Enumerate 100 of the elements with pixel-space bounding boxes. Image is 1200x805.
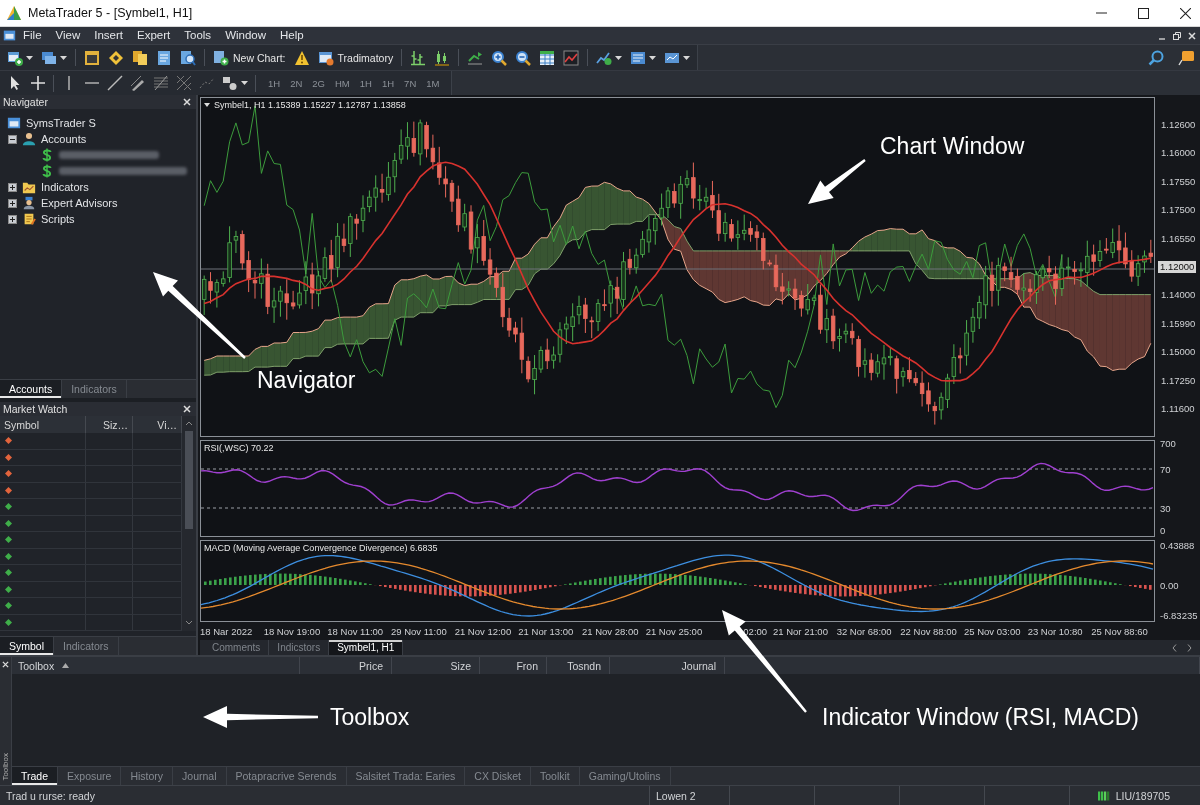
menu-item[interactable]: View [48, 27, 88, 44]
price-label: 1.17250 [1160, 374, 1197, 387]
rising-arrow-icon[interactable] [467, 49, 484, 66]
maximize-icon[interactable] [1138, 7, 1149, 19]
time-label: 25 Nov 88:60 [1091, 625, 1148, 637]
caret-icon[interactable] [241, 81, 248, 85]
window-icon[interactable] [3, 29, 16, 42]
connection-status: LIU/189705 [1115, 789, 1170, 802]
column-header[interactable]: Symbol [0, 416, 86, 433]
time-label: 21 Nov 12:00 [454, 625, 512, 637]
copy-icon[interactable] [132, 49, 148, 66]
new-chart-button[interactable]: New Chart: [213, 49, 286, 66]
dollar-icon [40, 164, 54, 178]
panel-tab[interactable]: Indicators [62, 380, 127, 398]
price-label: 1.11600 [1160, 402, 1196, 415]
navigator-item[interactable]: Accounts [41, 133, 87, 145]
menu-item[interactable]: Expert [130, 27, 178, 44]
panel-tab[interactable]: Accounts [0, 380, 63, 398]
price-label: 1.17500 [1160, 204, 1197, 217]
minus-box-icon[interactable] [8, 134, 17, 144]
app-logo-icon [6, 5, 22, 21]
restore-icon[interactable] [1173, 31, 1181, 40]
crosshair-icon[interactable] [30, 75, 46, 91]
caret-icon[interactable] [649, 55, 657, 60]
document-icon[interactable] [156, 49, 172, 66]
fibonacci-lines-icon[interactable] [153, 75, 169, 91]
timeframe-button[interactable]: HM [330, 77, 355, 89]
trend-line-icon[interactable] [107, 75, 123, 91]
toolbox-side-label: Toolbox [1, 753, 10, 781]
navigator-item[interactable]: Scripts [41, 213, 75, 225]
caret-icon[interactable] [26, 55, 33, 60]
column-header[interactable]: Price [300, 657, 392, 674]
chart-window-icon [317, 49, 334, 66]
column-header[interactable]: Journal [610, 657, 725, 674]
timeframe-button[interactable]: 1H [263, 77, 286, 89]
time-label: 18 Nar 2022 [200, 625, 253, 637]
document-search-icon[interactable] [180, 49, 196, 66]
chevron-right-icon[interactable] [1187, 643, 1192, 652]
window-title: MetaTrader 5 - [Symbel1, H1] [28, 6, 193, 20]
caret-icon[interactable] [60, 55, 67, 60]
toolbox-tab[interactable]: Trade [12, 767, 59, 785]
bar-chart-icon[interactable] [410, 49, 427, 66]
panel-title: Navigater [3, 96, 48, 108]
chevron-left-icon[interactable] [1172, 643, 1177, 652]
warning-icon[interactable] [293, 49, 310, 66]
caret-icon[interactable] [615, 55, 623, 60]
line-chart-icon[interactable] [563, 49, 580, 66]
timeframe-button[interactable]: 1H [354, 77, 377, 89]
profile-button[interactable]: Tradimatory [317, 49, 394, 66]
menu-item[interactable]: File [16, 27, 49, 44]
signal-bars-icon [1096, 789, 1111, 802]
column-header[interactable]: Fron [480, 657, 547, 674]
stacked-windows-icon[interactable] [41, 49, 57, 66]
framed-window-icon[interactable] [84, 49, 100, 66]
document-plus-icon [213, 49, 229, 66]
search-icon[interactable] [1148, 49, 1164, 66]
navigator-item[interactable]: Indicators [41, 181, 89, 193]
menu-item[interactable]: Help [273, 27, 311, 44]
list-window-icon[interactable] [630, 49, 647, 66]
chat-icon[interactable] [1178, 49, 1194, 66]
zoom-in-icon[interactable] [491, 49, 508, 66]
timeframe-button[interactable]: 1H [376, 77, 400, 89]
price-label: 1.17550 [1160, 175, 1197, 188]
plus-box-icon[interactable] [8, 214, 17, 224]
indicator-label: RSI(,WSC) 70.22 [204, 443, 274, 453]
navigator-item[interactable]: Expert Advisors [41, 197, 118, 209]
price-label: 1.16550 [1160, 232, 1197, 245]
menu-item[interactable]: Insert [87, 27, 130, 44]
price-label: 1.16000 [1160, 147, 1197, 160]
timeframe-button[interactable]: 7N [399, 77, 422, 89]
menu-item[interactable]: Window [218, 27, 274, 44]
time-label: 32 Nor 68:00 [836, 625, 892, 637]
time-label: 23 Nor 10:80 [1027, 625, 1083, 637]
annotation-label: Toolbox [330, 704, 410, 730]
timeframe-button[interactable]: 2N [285, 77, 308, 89]
pen-icon[interactable] [130, 75, 146, 91]
close-icon[interactable] [1180, 7, 1191, 19]
timeframe-button[interactable]: 1M [421, 77, 445, 89]
column-header[interactable]: Tosndn [547, 657, 610, 674]
plus-box-icon[interactable] [8, 198, 17, 208]
column-header[interactable]: Siz… [86, 416, 133, 433]
chart-tab[interactable]: Symbel1, H1 [329, 640, 404, 655]
window-icon [7, 116, 21, 130]
zoom-out-icon[interactable] [515, 49, 532, 66]
plus-box-icon[interactable] [8, 182, 17, 192]
table-icon[interactable] [539, 49, 556, 66]
price-label: 1.12600 [1160, 119, 1197, 131]
menu-item[interactable]: Tools [177, 27, 219, 44]
shapes-icon[interactable] [222, 75, 238, 91]
navigator-item[interactable]: SymsTrader S [26, 117, 96, 129]
column-header[interactable]: Size [392, 657, 480, 674]
diamond-icon[interactable] [108, 49, 124, 66]
column-header[interactable]: Toolbox [12, 657, 300, 674]
timeframe-button[interactable]: 2G [307, 77, 330, 89]
caret-icon[interactable] [683, 55, 691, 60]
cross-hatch-icon[interactable] [176, 75, 192, 91]
window-plus-icon[interactable] [7, 49, 23, 66]
candlestick-icon[interactable] [434, 49, 451, 66]
time-label: 21 Nov 25:00 [645, 625, 703, 637]
panel-tab[interactable]: Symbol [0, 637, 54, 655]
